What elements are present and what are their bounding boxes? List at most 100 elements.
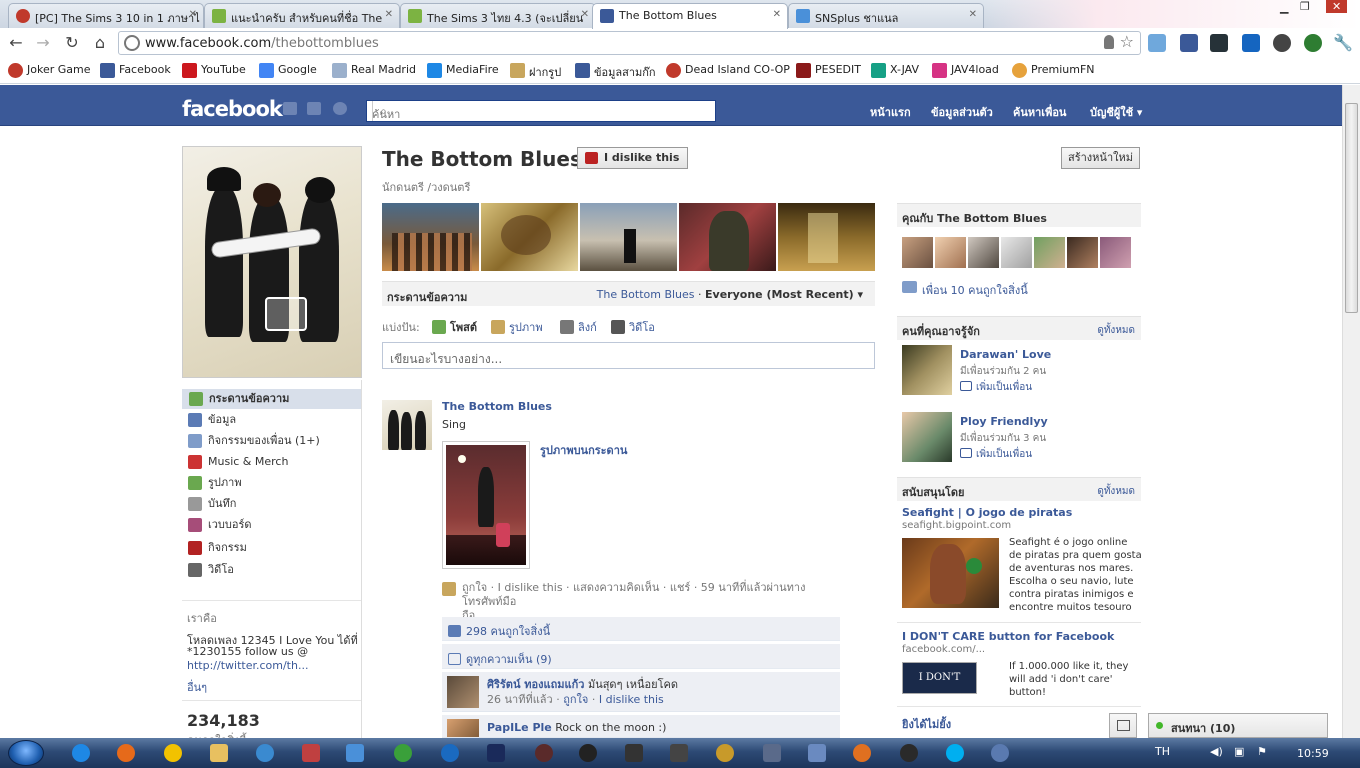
ball-extension-icon[interactable]	[1273, 34, 1291, 52]
left-nav-videos[interactable]: วิดีโอ	[186, 560, 234, 580]
explorer-folder-icon[interactable]	[210, 744, 228, 762]
app-icon[interactable]	[579, 744, 597, 762]
friend-avatar[interactable]	[902, 237, 933, 268]
view-all-comments-row[interactable]: ดูทุกความเห็น (9)	[442, 644, 840, 669]
see-all-link[interactable]: ดูทั้งหมด	[1097, 323, 1135, 338]
left-nav-music[interactable]: Music & Merch	[186, 452, 288, 472]
friend-avatar[interactable]	[935, 237, 966, 268]
ad-title[interactable]: Seafight | O jogo de piratas	[902, 506, 1072, 519]
browser-tab[interactable]: แนะนำครับ สำหรับคนที่ชื่อ The ✕	[204, 3, 400, 28]
ad-image[interactable]: I DON'T CARE	[902, 662, 977, 713]
photo-strip-thumb[interactable]	[382, 203, 479, 271]
extension-plus-icon[interactable]	[1148, 34, 1166, 52]
chat-bar[interactable]: สนทนา (10)	[1148, 713, 1328, 738]
address-bar[interactable]: www.facebook.com/thebottomblues ☆	[118, 31, 1141, 55]
bookmark-item[interactable]: Google	[259, 63, 317, 78]
forward-arrow-icon[interactable]: →	[33, 33, 53, 53]
commenter-avatar[interactable]	[447, 676, 479, 708]
left-nav-photos[interactable]: รูปภาพ	[186, 473, 242, 493]
browser-tab[interactable]: [PC] The Sims 3 10 in 1 ภาษาไ ✕	[8, 3, 204, 28]
mutual-friends[interactable]: มีเพื่อนร่วมกัน 3 คน	[960, 431, 1046, 446]
photo-strip-thumb[interactable]	[481, 203, 578, 271]
browser-tab-active[interactable]: The Bottom Blues ✕	[592, 3, 788, 29]
nav-profile[interactable]: ข้อมูลส่วนตัว	[931, 103, 993, 121]
nav-find-friends[interactable]: ค้นหาเพื่อน	[1013, 103, 1066, 121]
share-photo-tab[interactable]: รูปภาพ	[491, 318, 543, 336]
share-link-tab[interactable]: ลิงก์	[560, 318, 597, 336]
friends-like-link[interactable]: เพื่อน 10 คนถูกใจสิ่งนี้	[902, 281, 1028, 299]
bookmark-item[interactable]: Real Madrid	[332, 63, 416, 78]
story-author-avatar[interactable]	[382, 400, 432, 450]
left-nav-info[interactable]: ข้อมูล	[186, 410, 236, 430]
wall-filter-page[interactable]: The Bottom Blues	[597, 288, 695, 301]
app-icon[interactable]	[900, 744, 918, 762]
comment-like-link[interactable]: ถูกใจ	[563, 693, 588, 706]
ie-icon[interactable]	[72, 744, 90, 762]
bookmark-item[interactable]: PremiumFN	[1012, 63, 1095, 78]
action-center-flag-icon[interactable]: ⚑	[1257, 745, 1267, 758]
attachment-title-link[interactable]: รูปภาพบนกระดาน	[540, 441, 627, 459]
suggested-person-name[interactable]: Ploy Friendlyy	[960, 415, 1048, 428]
photo-strip-thumb[interactable]	[778, 203, 875, 271]
app-icon[interactable]	[763, 744, 781, 762]
start-button[interactable]	[8, 740, 44, 766]
add-friend-link[interactable]: เพิ่มเป็นเพื่อน	[960, 380, 1032, 395]
tab-close-icon[interactable]: ✕	[773, 9, 781, 20]
reload-icon[interactable]: ↻	[62, 33, 82, 53]
wall-filter-mode[interactable]: Everyone (Most Recent) ▾	[705, 288, 863, 301]
friend-avatar[interactable]	[1034, 237, 1065, 268]
volume-icon[interactable]: ◀)	[1210, 745, 1223, 758]
suggested-person-avatar[interactable]	[902, 412, 952, 462]
system-clock[interactable]: 10:59	[1297, 747, 1329, 760]
see-all-ads-link[interactable]: ดูทั้งหมด	[1097, 484, 1135, 499]
suggested-person-avatar[interactable]	[902, 345, 952, 395]
suggested-person-name[interactable]: Darawan' Love	[960, 348, 1051, 361]
tab-close-icon[interactable]: ✕	[385, 9, 393, 20]
stumbleupon-icon[interactable]	[1304, 34, 1322, 52]
tab-close-icon[interactable]: ✕	[189, 9, 197, 20]
story-likes-row[interactable]: 298 คนถูกใจสิ่งนี้	[442, 617, 840, 641]
messages-icon[interactable]	[307, 102, 321, 115]
photo-strip-thumb[interactable]	[679, 203, 776, 271]
create-page-button[interactable]: สร้างหน้าใหม่	[1061, 147, 1140, 169]
profile-picture[interactable]	[182, 146, 362, 378]
bookmark-item[interactable]: YouTube	[182, 63, 246, 78]
left-nav-events[interactable]: กิจกรรม	[186, 538, 247, 558]
story-author-name[interactable]: The Bottom Blues	[442, 400, 552, 413]
firefox-icon[interactable]	[117, 744, 135, 762]
dislike-button[interactable]: I dislike this	[577, 147, 689, 169]
network-icon[interactable]	[346, 744, 364, 762]
tab-close-icon[interactable]: ✕	[969, 9, 977, 20]
chat-popout-button[interactable]	[1109, 713, 1137, 738]
bookmark-item[interactable]: MediaFire	[427, 63, 499, 78]
app-icon[interactable]	[808, 744, 826, 762]
left-nav-wall[interactable]: กระดานข้อความ	[182, 389, 361, 409]
minimize-icon[interactable]: ▁	[1280, 1, 1288, 14]
comment-dislike-link[interactable]: I dislike this	[599, 693, 664, 706]
browser-tab[interactable]: The Sims 3 ไทย 4.3 (จะเปลี่ยน ✕	[400, 3, 596, 28]
network-tray-icon[interactable]: ▣	[1234, 745, 1244, 758]
add-friend-link[interactable]: เพิ่มเป็นเพื่อน	[960, 447, 1032, 462]
speed-dial-icon[interactable]	[1210, 34, 1228, 52]
nav-account[interactable]: บัญชีผู้ใช้ ▾	[1090, 103, 1142, 121]
app-icon[interactable]	[302, 744, 320, 762]
bookmark-item[interactable]: ฝากรูป	[510, 63, 561, 81]
window-close-icon[interactable]: ✕	[1326, 0, 1348, 13]
app-icon[interactable]	[670, 744, 688, 762]
app-icon[interactable]	[625, 744, 643, 762]
language-indicator[interactable]: TH	[1155, 745, 1170, 758]
browser-tab[interactable]: SNSplus ชาแนล ✕	[788, 3, 984, 28]
app-icon[interactable]	[991, 744, 1009, 762]
friend-requests-icon[interactable]	[283, 102, 297, 115]
share-post-tab[interactable]: โพสต์	[432, 318, 477, 336]
bookmark-item[interactable]: PESEDIT	[796, 63, 861, 78]
photo-strip-thumb[interactable]	[580, 203, 677, 271]
ad-title[interactable]: I DON'T CARE button for Facebook	[902, 630, 1114, 643]
app-icon[interactable]	[535, 744, 553, 762]
ad-title[interactable]: ยิงได้ไม่ยั้ง	[902, 715, 951, 733]
bookmark-item[interactable]: X-JAV	[871, 63, 919, 78]
scrollbar-thumb[interactable]	[1345, 103, 1358, 313]
back-arrow-icon[interactable]: ←	[6, 33, 26, 53]
skype-icon[interactable]	[946, 744, 964, 762]
search-icon[interactable]: ⌕	[372, 101, 394, 121]
